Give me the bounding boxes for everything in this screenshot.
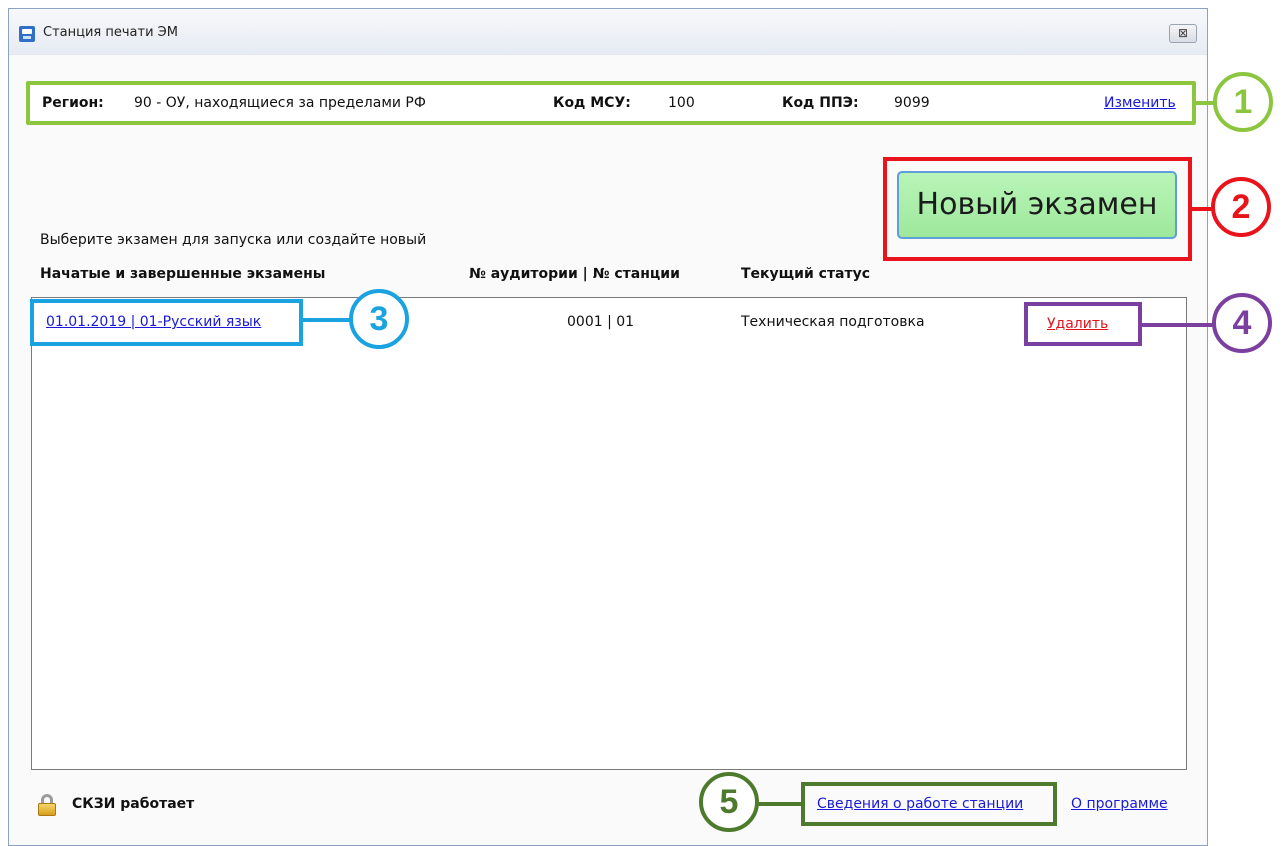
close-button[interactable]: ⊠: [1169, 24, 1197, 43]
msu-value: 100: [668, 95, 695, 111]
exam-link[interactable]: 01.01.2019 | 01-Русский язык: [46, 314, 261, 330]
lock-icon: [38, 794, 56, 816]
callout-2-leader: [1192, 207, 1213, 211]
column-header-exams: Начатые и завершенные экзамены: [40, 266, 326, 282]
callout-5: 5: [699, 772, 759, 832]
exam-list: [31, 297, 1187, 770]
callout-2: 2: [1211, 177, 1271, 237]
callout-3: 3: [349, 289, 409, 349]
region-value: 90 - ОУ, находящиеся за пределами РФ: [134, 95, 426, 111]
msu-label: Код МСУ:: [553, 95, 631, 111]
ppe-label: Код ППЭ:: [782, 95, 859, 111]
station-info-bar: Регион: 90 - ОУ, находящиеся за пределам…: [26, 81, 1196, 125]
status-cell: Техническая подготовка: [741, 314, 925, 330]
callout-1: 1: [1213, 72, 1273, 132]
window-title: Станция печати ЭМ: [43, 25, 178, 40]
callout-4: 4: [1212, 293, 1272, 353]
new-exam-button[interactable]: Новый экзамен: [897, 171, 1177, 239]
new-exam-highlight: Новый экзамен: [883, 157, 1192, 261]
station-info-link[interactable]: Сведения о работе станции: [817, 796, 1023, 812]
title-bar: Станция печати ЭМ ⊠: [9, 9, 1207, 55]
ppe-value: 9099: [894, 95, 930, 111]
change-link[interactable]: Изменить: [1104, 95, 1176, 111]
delete-link[interactable]: Удалить: [1047, 316, 1108, 332]
delete-highlight: Удалить: [1024, 302, 1142, 346]
station-info-highlight: Сведения о работе станции: [801, 782, 1057, 826]
region-label: Регион:: [42, 95, 104, 111]
printer-icon: [19, 26, 35, 42]
column-header-room-station: № аудитории | № станции: [469, 266, 680, 282]
exam-highlight: 01.01.2019 | 01-Русский язык: [30, 299, 303, 346]
room-station-cell: 0001 | 01: [567, 314, 635, 330]
callout-5-leader: [758, 802, 801, 806]
column-header-status: Текущий статус: [741, 266, 871, 282]
prompt-text: Выберите экзамен для запуска или создайт…: [40, 232, 427, 248]
about-link[interactable]: О программе: [1071, 796, 1168, 812]
callout-4-leader: [1142, 323, 1214, 327]
callout-3-leader: [303, 318, 351, 322]
skzi-status: СКЗИ работает: [72, 796, 195, 812]
